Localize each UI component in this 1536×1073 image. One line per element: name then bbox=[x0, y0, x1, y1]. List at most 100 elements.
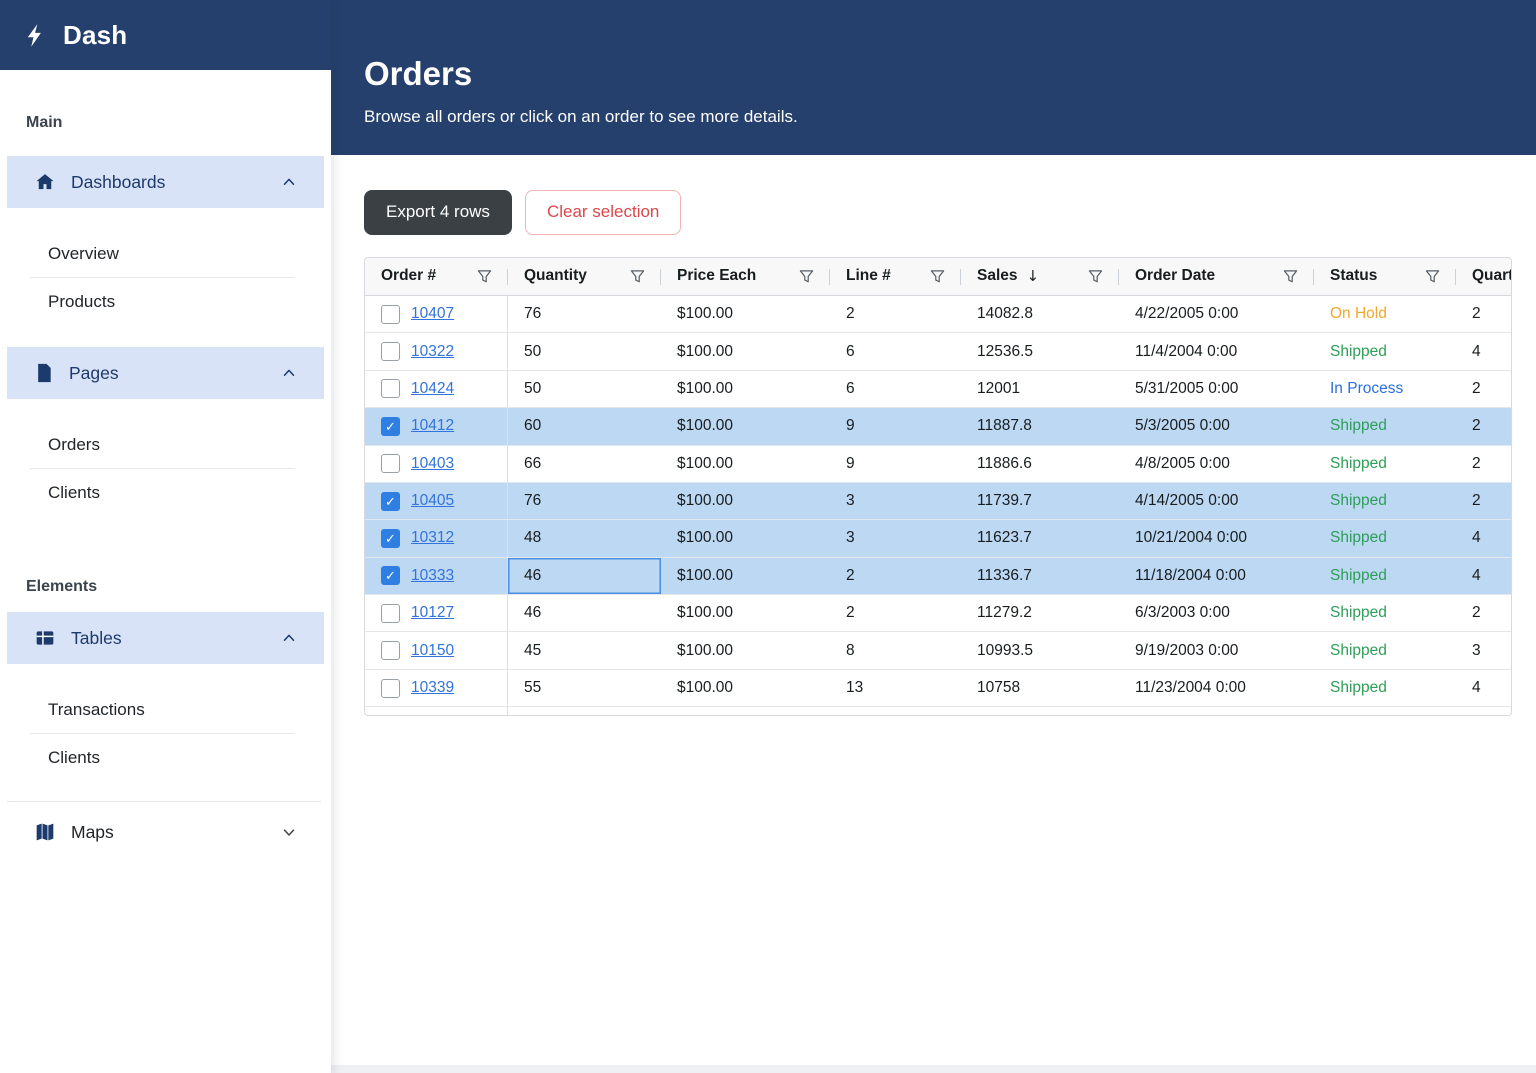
cell-price[interactable]: $100.00 bbox=[661, 558, 830, 594]
cell-quarter[interactable]: 3 bbox=[1456, 632, 1511, 668]
cell-status[interactable]: Shipped bbox=[1314, 670, 1456, 706]
filter-icon[interactable] bbox=[1088, 269, 1103, 284]
cell-date[interactable]: 9/19/2003 0:00 bbox=[1119, 632, 1314, 668]
filter-icon[interactable] bbox=[799, 269, 814, 284]
sidebar-item-maps[interactable]: Maps bbox=[7, 806, 324, 858]
filter-icon[interactable] bbox=[1283, 269, 1298, 284]
sidebar-item-pages[interactable]: Pages bbox=[7, 347, 324, 399]
column-header-quantity[interactable]: Quantity bbox=[508, 258, 661, 295]
order-link[interactable]: 10424 bbox=[411, 380, 454, 398]
cell-date[interactable]: 6/3/2003 0:00 bbox=[1119, 595, 1314, 631]
cell-sales[interactable]: 12536.5 bbox=[961, 333, 1119, 369]
cell-order[interactable]: 10407 bbox=[365, 296, 508, 332]
column-header-status[interactable]: Status bbox=[1314, 258, 1456, 295]
cell-quarter[interactable]: 2 bbox=[1456, 707, 1511, 716]
cell-order[interactable]: 10339 bbox=[365, 670, 508, 706]
cell-quantity[interactable]: 60 bbox=[508, 408, 661, 444]
cell-quantity[interactable]: 45 bbox=[508, 632, 661, 668]
filter-icon[interactable] bbox=[930, 269, 945, 284]
order-link[interactable]: 10412 bbox=[411, 417, 454, 435]
cell-date[interactable]: 5/3/2005 0:00 bbox=[1119, 408, 1314, 444]
chevron-down-icon[interactable] bbox=[280, 823, 298, 841]
cell-order[interactable]: 10333 bbox=[365, 558, 508, 594]
cell-date[interactable]: 11/18/2004 0:00 bbox=[1119, 558, 1314, 594]
order-link[interactable]: 10405 bbox=[411, 492, 454, 510]
cell-quarter[interactable]: 2 bbox=[1456, 446, 1511, 482]
sidebar-item-orders[interactable]: Orders bbox=[30, 421, 295, 468]
cell-order[interactable]: 10150 bbox=[365, 632, 508, 668]
order-link[interactable]: 10322 bbox=[411, 343, 454, 361]
cell-sales[interactable]: 10716.4 bbox=[961, 707, 1119, 716]
cell-price[interactable]: $100.00 bbox=[661, 520, 830, 556]
cell-status[interactable]: On Hold bbox=[1314, 296, 1456, 332]
cell-date[interactable]: 4/14/2005 0:00 bbox=[1119, 483, 1314, 519]
cell-status[interactable]: Shipped bbox=[1314, 483, 1456, 519]
cell-quantity[interactable]: 44 bbox=[508, 707, 661, 716]
cell-quarter[interactable]: 2 bbox=[1456, 296, 1511, 332]
cell-quarter[interactable]: 4 bbox=[1456, 520, 1511, 556]
order-link[interactable]: 10407 bbox=[411, 305, 454, 323]
cell-quarter[interactable]: 2 bbox=[1456, 371, 1511, 407]
column-header-price[interactable]: Price Each bbox=[661, 258, 830, 295]
filter-icon[interactable] bbox=[630, 269, 645, 284]
cell-line[interactable]: 2 bbox=[830, 707, 961, 716]
cell-date[interactable]: 4/22/2005 0:00 bbox=[1119, 296, 1314, 332]
cell-quarter[interactable]: 2 bbox=[1456, 595, 1511, 631]
cell-status[interactable]: Shipped bbox=[1314, 446, 1456, 482]
cell-status[interactable]: Shipped bbox=[1314, 595, 1456, 631]
cell-sales[interactable]: 11623.7 bbox=[961, 520, 1119, 556]
cell-status[interactable]: Shipped bbox=[1314, 333, 1456, 369]
row-checkbox-checked[interactable] bbox=[381, 529, 400, 548]
filter-icon[interactable] bbox=[1425, 269, 1440, 284]
column-header-sales[interactable]: Sales↓ bbox=[961, 258, 1119, 295]
cell-quantity[interactable]: 50 bbox=[508, 333, 661, 369]
cell-sales[interactable]: 11336.7 bbox=[961, 558, 1119, 594]
cell-status[interactable]: Shipped bbox=[1314, 632, 1456, 668]
column-header-order[interactable]: Order # bbox=[365, 258, 508, 295]
row-checkbox-checked[interactable] bbox=[381, 566, 400, 585]
cell-line[interactable]: 8 bbox=[830, 632, 961, 668]
chevron-up-icon[interactable] bbox=[280, 364, 298, 382]
cell-price[interactable]: $100.00 bbox=[661, 632, 830, 668]
cell-line[interactable]: 3 bbox=[830, 483, 961, 519]
sidebar-item-transactions[interactable]: Transactions bbox=[30, 686, 295, 733]
cell-line[interactable]: 13 bbox=[830, 670, 961, 706]
cell-price[interactable]: $100.00 bbox=[661, 446, 830, 482]
cell-order[interactable]: 10127 bbox=[365, 595, 508, 631]
cell-quarter[interactable]: 2 bbox=[1456, 408, 1511, 444]
cell-quarter[interactable]: 4 bbox=[1456, 333, 1511, 369]
cell-date[interactable]: 10/21/2004 0:00 bbox=[1119, 520, 1314, 556]
row-checkbox[interactable] bbox=[381, 641, 400, 660]
cell-order[interactable]: 10403 bbox=[365, 446, 508, 482]
order-link[interactable]: 10127 bbox=[411, 604, 454, 622]
cell-price[interactable]: $100.00 bbox=[661, 408, 830, 444]
cell-line[interactable]: 6 bbox=[830, 333, 961, 369]
cell-price[interactable]: $100.00 bbox=[661, 296, 830, 332]
row-checkbox-checked[interactable] bbox=[381, 417, 400, 436]
cell-status[interactable]: Shipped bbox=[1314, 707, 1456, 716]
cell-quantity[interactable]: 55 bbox=[508, 670, 661, 706]
row-checkbox[interactable] bbox=[381, 679, 400, 698]
cell-price[interactable]: $100.00 bbox=[661, 670, 830, 706]
filter-icon[interactable] bbox=[477, 269, 492, 284]
column-header-quarter[interactable]: Quarter bbox=[1456, 258, 1512, 295]
export-button[interactable]: Export 4 rows bbox=[364, 190, 512, 235]
sidebar-item-clients-2[interactable]: Clients bbox=[30, 733, 295, 781]
column-header-date[interactable]: Order Date bbox=[1119, 258, 1314, 295]
cell-line[interactable]: 2 bbox=[830, 558, 961, 594]
cell-line[interactable]: 9 bbox=[830, 446, 961, 482]
cell-order[interactable]: 10424 bbox=[365, 371, 508, 407]
cell-status[interactable]: Shipped bbox=[1314, 408, 1456, 444]
cell-line[interactable]: 9 bbox=[830, 408, 961, 444]
cell-quantity[interactable]: 46 bbox=[508, 558, 661, 594]
cell-sales[interactable]: 10993.5 bbox=[961, 632, 1119, 668]
row-checkbox[interactable] bbox=[381, 342, 400, 361]
cell-sales[interactable]: 11739.7 bbox=[961, 483, 1119, 519]
cell-order[interactable]: 10312 bbox=[365, 520, 508, 556]
cell-sales[interactable]: 11887.8 bbox=[961, 408, 1119, 444]
sidebar-item-products[interactable]: Products bbox=[30, 277, 295, 325]
cell-line[interactable]: 3 bbox=[830, 520, 961, 556]
order-link[interactable]: 10403 bbox=[411, 455, 454, 473]
cell-date[interactable]: 4/8/2005 0:00 bbox=[1119, 446, 1314, 482]
cell-date[interactable]: 11/4/2004 0:00 bbox=[1119, 333, 1314, 369]
